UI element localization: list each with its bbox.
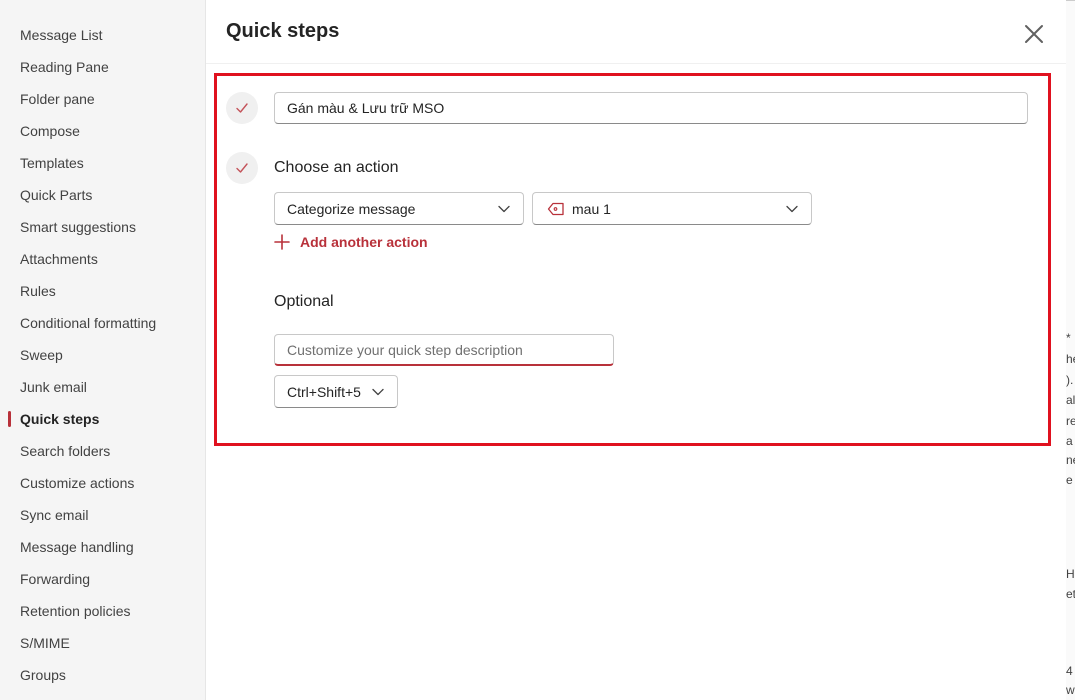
sidebar-item-conditional-formatting[interactable]: Conditional formatting	[0, 307, 205, 339]
add-another-action-label: Add another action	[300, 234, 428, 250]
sidebar-item-sync-email[interactable]: Sync email	[0, 499, 205, 531]
background-page-strip: * he). alt re a ne e Het 4 w	[1066, 0, 1075, 700]
sidebar-item-attachments[interactable]: Attachments	[0, 243, 205, 275]
description-input[interactable]	[274, 334, 614, 366]
sidebar-item-sweep[interactable]: Sweep	[0, 339, 205, 371]
background-text-fragment: re	[1066, 414, 1075, 428]
sidebar-item-templates[interactable]: Templates	[0, 147, 205, 179]
category-dropdown[interactable]: mau 1	[532, 192, 812, 225]
dialog-title: Quick steps	[226, 20, 340, 42]
sidebar-item-groups[interactable]: Groups	[0, 659, 205, 691]
plus-icon	[274, 234, 290, 250]
background-text-fragment: a	[1066, 434, 1073, 448]
checkmark-icon	[236, 103, 248, 113]
step-name-check	[226, 92, 258, 124]
background-text-fragment: *	[1066, 331, 1071, 345]
background-text-fragment: w	[1066, 683, 1075, 697]
shortcut-value: Ctrl+Shift+5	[287, 383, 361, 400]
background-text-fragment: alt	[1066, 393, 1075, 407]
sidebar-item-rules[interactable]: Rules	[0, 275, 205, 307]
chevron-down-icon	[498, 205, 510, 213]
sidebar-item-customize-actions[interactable]: Customize actions	[0, 467, 205, 499]
background-text-fragment: H	[1066, 567, 1075, 581]
background-text-fragment: e	[1066, 473, 1073, 487]
sidebar-item-forwarding[interactable]: Forwarding	[0, 563, 205, 595]
sidebar-item-quick-parts[interactable]: Quick Parts	[0, 179, 205, 211]
sidebar-item-message-list[interactable]: Message List	[0, 19, 205, 51]
sidebar-item-compose[interactable]: Compose	[0, 115, 205, 147]
tag-icon	[547, 202, 564, 215]
quick-step-name-input[interactable]: Gán màu & Lưu trữ MSO	[274, 92, 1028, 124]
sidebar-item-smart-suggestions[interactable]: Smart suggestions	[0, 211, 205, 243]
settings-sidebar: Message List Reading Pane Folder pane Compo…	[0, 0, 206, 700]
sidebar-item-quick-steps[interactable]: Quick steps	[0, 403, 205, 435]
sidebar-item-reading-pane[interactable]: Reading Pane	[0, 51, 205, 83]
sidebar-item-junk-email[interactable]: Junk email	[0, 371, 205, 403]
sidebar-item-s-mime[interactable]: S/MIME	[0, 627, 205, 659]
chevron-down-icon	[786, 205, 798, 213]
close-button[interactable]	[1018, 18, 1050, 50]
divider	[1066, 0, 1075, 1]
optional-label: Optional	[274, 293, 334, 310]
shortcut-dropdown[interactable]: Ctrl+Shift+5	[274, 375, 398, 408]
chevron-down-icon	[372, 388, 384, 396]
choose-action-label: Choose an action	[274, 159, 399, 176]
background-text-fragment: ).	[1066, 373, 1074, 387]
step-action-check	[226, 152, 258, 184]
background-text-fragment: et	[1066, 587, 1075, 601]
sidebar-item-message-handling[interactable]: Message handling	[0, 531, 205, 563]
action-dropdown-value: Categorize message	[287, 200, 416, 217]
add-another-action-button[interactable]: Add another action	[274, 231, 428, 253]
sidebar-item-search-folders[interactable]: Search folders	[0, 435, 205, 467]
sidebar-item-retention-policies[interactable]: Retention policies	[0, 595, 205, 627]
background-text-fragment: he	[1066, 352, 1075, 366]
background-text-fragment: ne	[1066, 453, 1075, 467]
background-text-fragment: 4	[1066, 664, 1073, 678]
dialog-header: Quick steps	[206, 0, 1066, 64]
category-dropdown-value: mau 1	[572, 200, 611, 217]
checkmark-icon	[236, 163, 248, 173]
quick-steps-dialog: Quick steps Gán màu & Lưu trữ MSO Choose…	[206, 0, 1066, 700]
sidebar-item-folder-pane[interactable]: Folder pane	[0, 83, 205, 115]
action-dropdown[interactable]: Categorize message	[274, 192, 524, 225]
close-icon	[1025, 25, 1043, 43]
